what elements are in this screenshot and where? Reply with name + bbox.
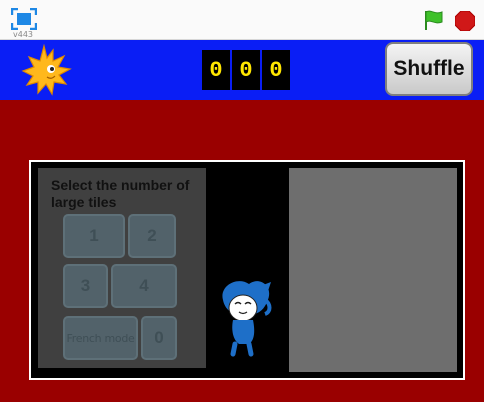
tile-2-button[interactable]: 2 [128, 214, 176, 258]
french-mode-button[interactable]: French mode [63, 316, 138, 360]
tile-4-button[interactable]: 4 [111, 264, 177, 308]
mascot-sprite [20, 43, 74, 98]
stage[interactable]: 0 0 0 Shuffle Select the number of large… [0, 40, 484, 402]
counter-digit: 0 [262, 50, 290, 90]
tile-selection-panel: Select the number of large tiles 1 2 3 4… [38, 168, 206, 368]
panel-title: Select the number of large tiles [51, 177, 190, 210]
shuffle-button[interactable]: Shuffle [385, 42, 473, 96]
stop-icon[interactable] [454, 10, 476, 32]
tile-1-button[interactable]: 1 [63, 214, 125, 258]
character-sprite [215, 278, 275, 358]
score-counter: 0 0 0 [202, 50, 290, 90]
large-tile-panel [289, 168, 457, 372]
version-label: v443 [13, 30, 34, 39]
french-mode-value[interactable]: 0 [141, 316, 177, 360]
puzzle-board: Select the number of large tiles 1 2 3 4… [29, 160, 465, 380]
fullscreen-icon[interactable] [10, 7, 38, 31]
green-flag-icon[interactable] [422, 9, 446, 31]
tile-3-button[interactable]: 3 [63, 264, 108, 308]
counter-digit: 0 [232, 50, 260, 90]
counter-digit: 0 [202, 50, 230, 90]
player-toolbar: v443 [0, 0, 484, 40]
header-bar: 0 0 0 Shuffle [0, 40, 484, 100]
